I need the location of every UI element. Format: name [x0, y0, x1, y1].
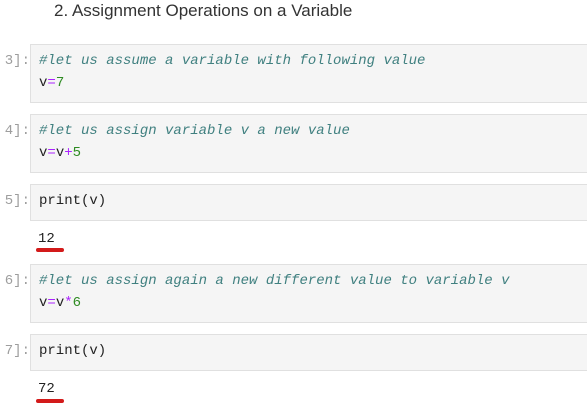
code-comment: #let us assign again a new different val…: [39, 273, 510, 289]
red-underline-annotation: [36, 248, 64, 252]
code-line: print(v): [39, 193, 107, 209]
cell-prompt: 6]:: [4, 273, 30, 289]
code-comment: #let us assume a variable with following…: [39, 53, 426, 69]
code-cell[interactable]: print(v): [30, 334, 587, 371]
section-heading: 2. Assignment Operations on a Variable: [54, 1, 353, 20]
cell-output: 12: [38, 231, 55, 247]
code-line: print(v): [39, 343, 107, 359]
red-underline-annotation: [36, 399, 64, 403]
cell-prompt: 5]:: [4, 193, 30, 209]
cell-output: 72: [38, 381, 55, 397]
code-cell[interactable]: #let us assign variable v a new value v=…: [30, 114, 587, 173]
code-cell[interactable]: #let us assume a variable with following…: [30, 44, 587, 103]
code-cell[interactable]: print(v): [30, 184, 587, 221]
cell-prompt: 7]:: [4, 343, 30, 359]
code-cell[interactable]: #let us assign again a new different val…: [30, 264, 587, 323]
cell-prompt: 3]:: [4, 53, 30, 69]
code-comment: #let us assign variable v a new value: [39, 123, 350, 139]
cell-prompt: 4]:: [4, 123, 30, 139]
